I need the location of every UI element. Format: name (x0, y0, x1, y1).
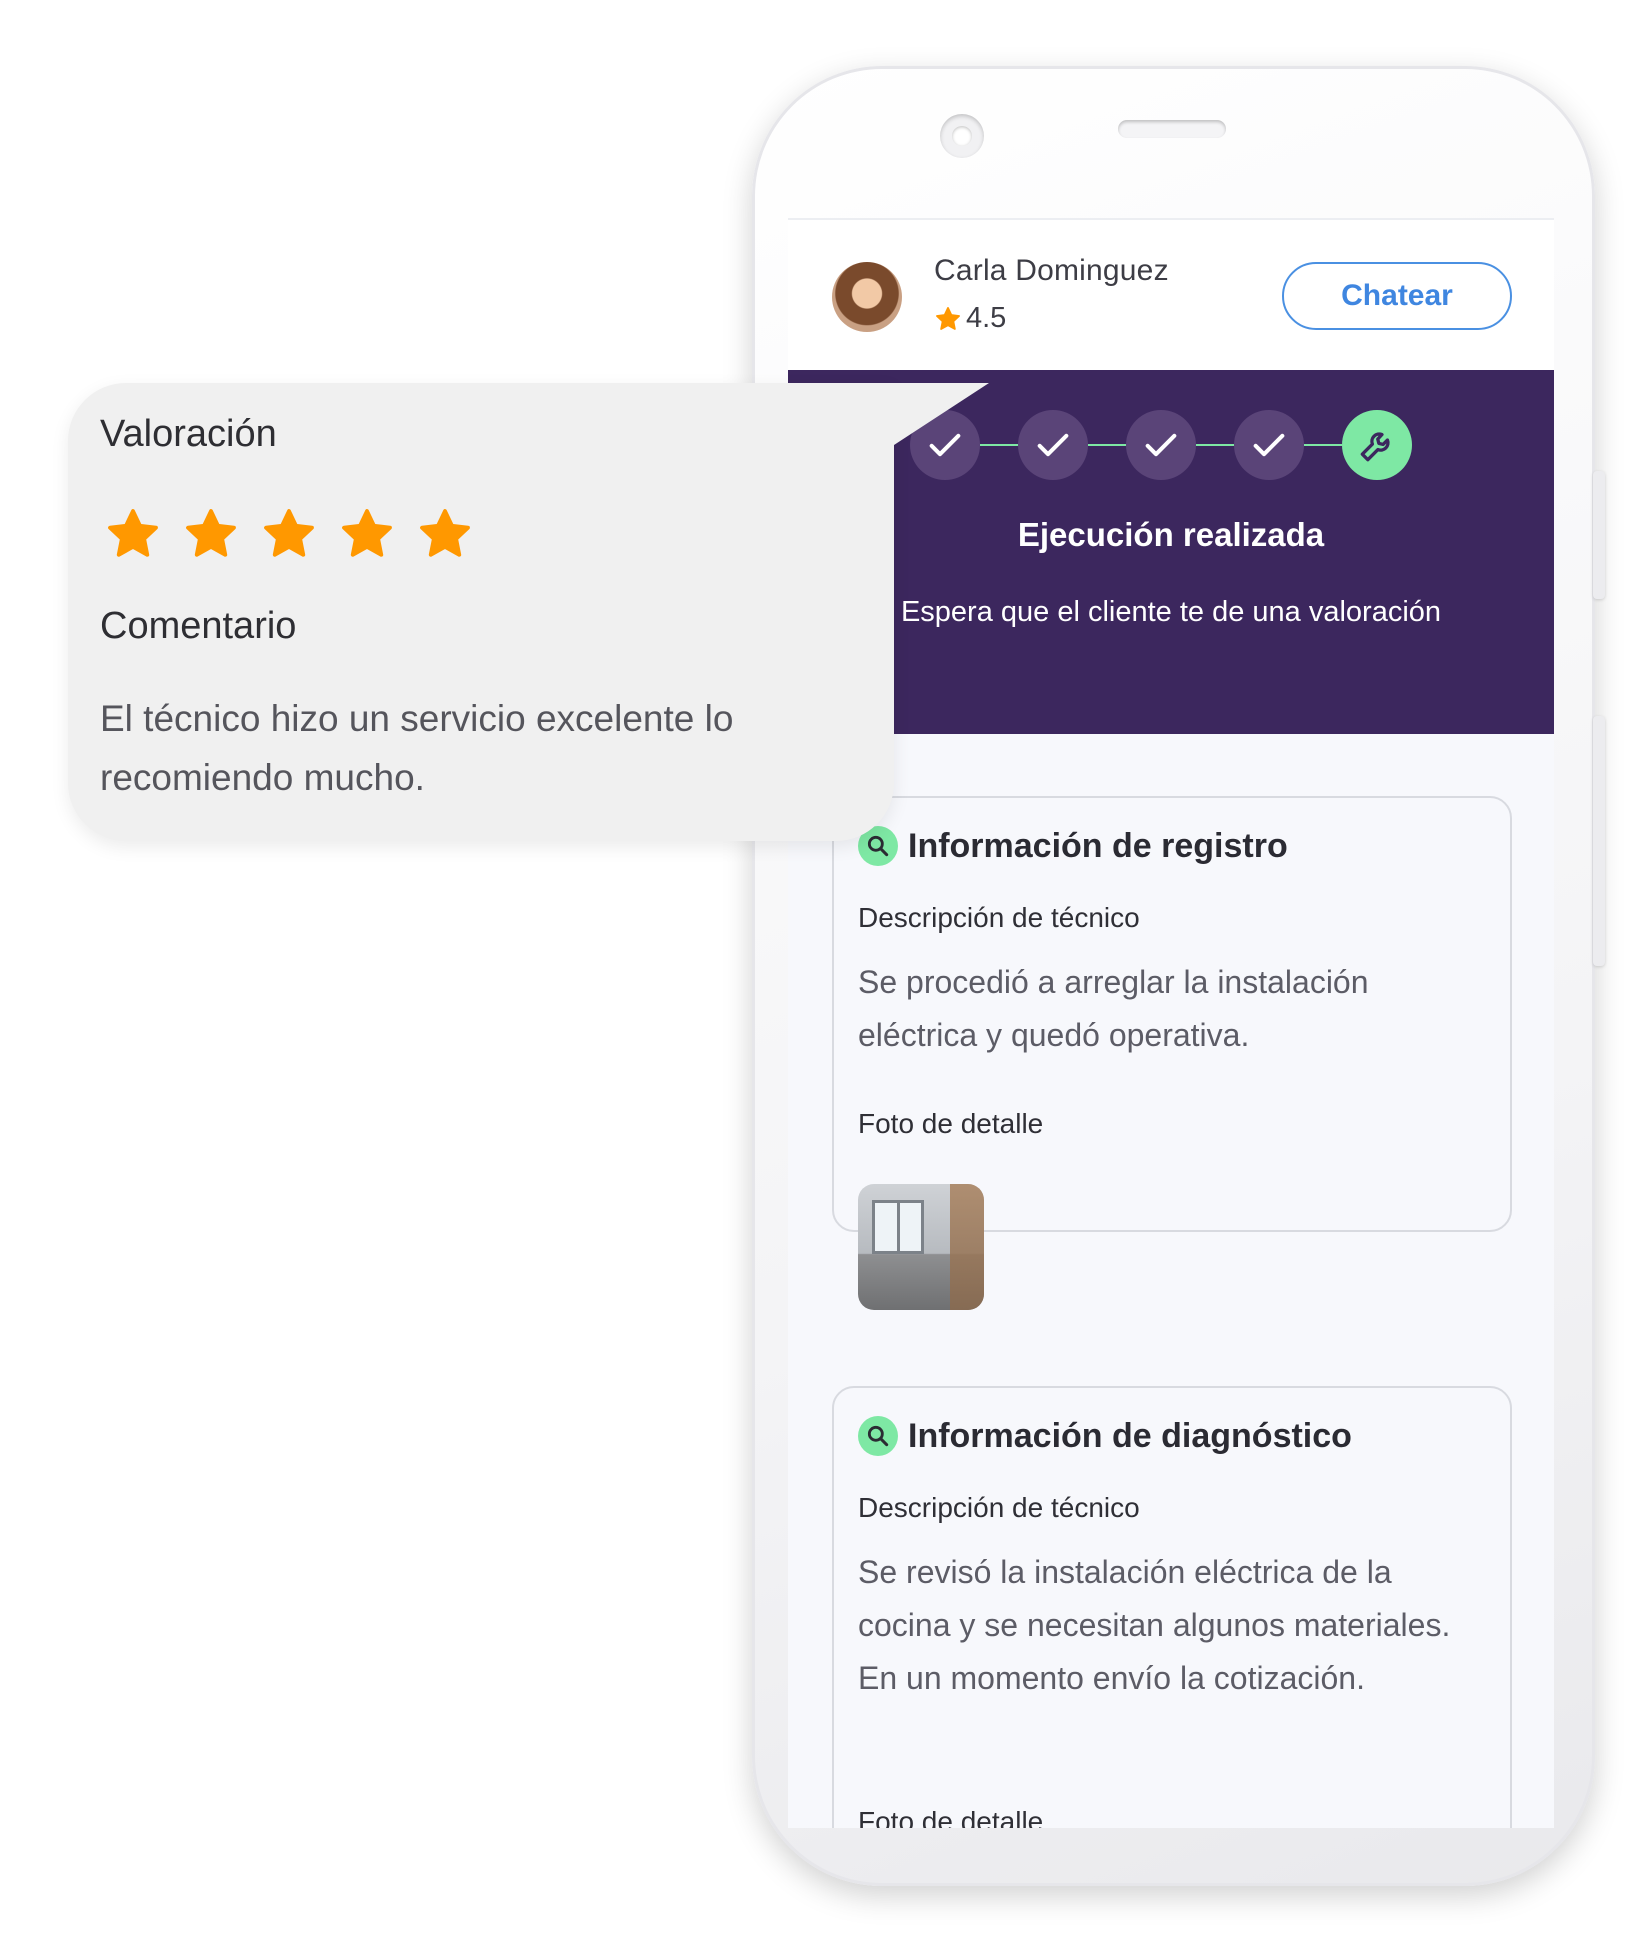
step-connector (1304, 444, 1342, 446)
marketing-stage: Carla Dominguez 4.5 Chatear Ejecución re… (0, 0, 1646, 1950)
star-icon (108, 509, 158, 557)
review-comment: El técnico hizo un servicio excelente lo… (100, 698, 734, 798)
search-icon (858, 1416, 898, 1456)
description-text: Se revisó la instalación eléctrica de la… (858, 1554, 1451, 1696)
photo-wall-shape (950, 1184, 984, 1310)
check-icon (1253, 433, 1285, 457)
step-connector (1196, 444, 1234, 446)
card-header: Información de diagnóstico (858, 1416, 1352, 1456)
star-icon (936, 306, 960, 330)
technician-name: Carla Dominguez (934, 254, 1169, 287)
band-title: Ejecución realizada (1017, 516, 1325, 553)
step-completed (1234, 410, 1304, 480)
description-text: Se procedió a arreglar la instalación el… (858, 964, 1369, 1053)
photo-window-shape (872, 1200, 924, 1254)
chat-button[interactable]: Chatear (1282, 262, 1512, 330)
star-icon (420, 509, 470, 557)
description-label: Descripción de técnico (858, 902, 1140, 933)
rating-value: 4.5 (966, 302, 1007, 334)
card-title: Información de registro (908, 826, 1288, 865)
card-title: Información de diagnóstico (908, 1416, 1352, 1455)
card-header: Información de registro (858, 826, 1288, 866)
detail-photo[interactable] (858, 1184, 984, 1310)
star-icon (264, 509, 314, 557)
step-connector (1088, 444, 1126, 446)
app-screen: Carla Dominguez 4.5 Chatear Ejecución re… (788, 218, 1554, 1828)
avatar (832, 262, 902, 332)
volume-button (1593, 471, 1605, 599)
step-completed (1126, 410, 1196, 480)
comment-label: Comentario (100, 605, 297, 647)
check-icon (1145, 433, 1177, 457)
description-label: Descripción de técnico (858, 1492, 1140, 1523)
review-bubble: Valoración Comentario El técnico hizo un… (68, 383, 894, 841)
star-rating (104, 505, 474, 563)
band-subtitle: Espera que el cliente te de una valoraci… (900, 596, 1442, 628)
technician-rating: 4.5 (934, 302, 1006, 335)
registration-info-card: Información de registro Descripción de t… (832, 796, 1512, 1310)
photo-label: Foto de detalle (858, 1108, 1044, 1139)
star-icon (342, 509, 392, 557)
step-completed (1018, 410, 1088, 480)
earpiece-speaker (1118, 120, 1226, 138)
wrench-icon (1360, 432, 1390, 462)
star-icon (186, 509, 236, 557)
front-camera (940, 114, 984, 158)
check-icon (1037, 433, 1069, 457)
rating-label: Valoración (100, 413, 277, 455)
step-active (1342, 410, 1412, 480)
bubble-tail (894, 383, 989, 445)
technician-header: Carla Dominguez 4.5 Chatear (788, 220, 1554, 370)
photo-label: Foto de detalle (858, 1806, 1044, 1828)
power-button (1593, 716, 1605, 966)
diagnosis-info-card: Información de diagnóstico Descripción d… (832, 1386, 1512, 1828)
